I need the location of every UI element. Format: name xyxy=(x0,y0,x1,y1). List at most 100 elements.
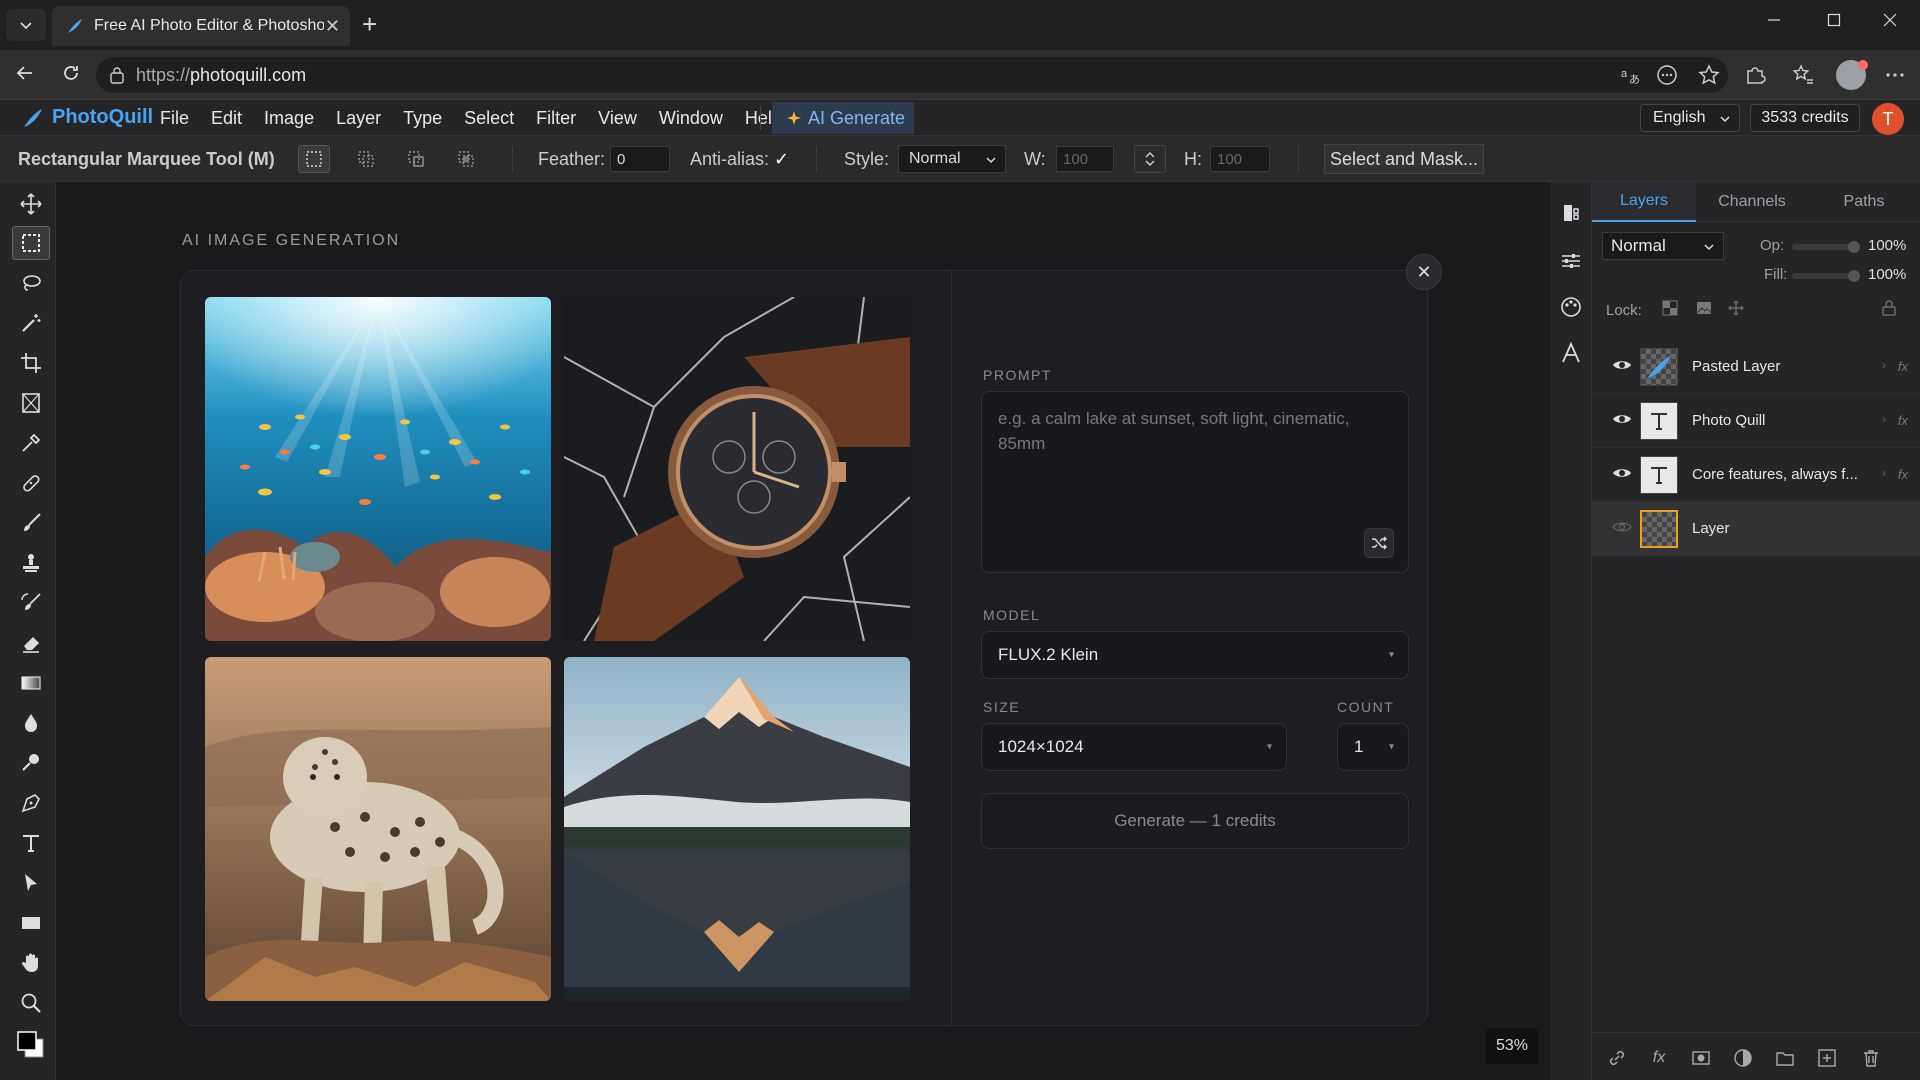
gradient-tool-icon[interactable] xyxy=(12,666,50,700)
height-input[interactable]: 100 xyxy=(1210,146,1270,172)
browser-tab[interactable]: Free AI Photo Editor & Photoshop ✕ xyxy=(52,6,350,46)
layer-fx-badge[interactable]: fx xyxy=(1898,413,1908,428)
history-icon[interactable] xyxy=(1558,200,1584,226)
menu-filter[interactable]: Filter xyxy=(536,108,576,129)
user-avatar[interactable]: T xyxy=(1872,103,1904,135)
lock-image-icon[interactable] xyxy=(1696,300,1712,321)
minimize-icon[interactable] xyxy=(1766,12,1782,33)
chevron-right-icon[interactable]: › xyxy=(1882,412,1886,426)
generated-image-mountain[interactable] xyxy=(564,657,910,1001)
dodge-tool-icon[interactable] xyxy=(12,746,50,780)
lock-all-icon[interactable] xyxy=(1882,300,1896,321)
pen-tool-icon[interactable] xyxy=(12,786,50,820)
layer-fx-badge[interactable]: fx xyxy=(1898,359,1908,374)
color-swatches[interactable] xyxy=(12,1028,50,1062)
stamp-tool-icon[interactable] xyxy=(12,546,50,580)
rectangle-tool-icon[interactable] xyxy=(12,906,50,940)
layer-row[interactable]: Pasted Layer › fx xyxy=(1592,340,1920,394)
crop-tool-icon[interactable] xyxy=(12,346,50,380)
menu-image[interactable]: Image xyxy=(264,108,314,129)
close-panel-button[interactable]: ✕ xyxy=(1406,254,1442,290)
marquee-tool-icon[interactable] xyxy=(12,226,50,260)
zoom-indicator[interactable]: 53% xyxy=(1486,1028,1538,1064)
new-selection-icon[interactable] xyxy=(298,145,330,173)
app-logo[interactable]: PhotoQuill xyxy=(22,106,153,129)
brush-tool-icon[interactable] xyxy=(12,506,50,540)
fx-icon[interactable]: fx xyxy=(1648,1047,1670,1069)
model-select[interactable]: FLUX.2 Klein ▾ xyxy=(981,631,1409,679)
zoom-tool-icon[interactable] xyxy=(12,986,50,1020)
chevron-right-icon[interactable]: › xyxy=(1882,466,1886,480)
menu-layer[interactable]: Layer xyxy=(336,108,381,129)
link-icon[interactable] xyxy=(1606,1047,1628,1069)
more-icon[interactable] xyxy=(1884,64,1906,92)
favorites-icon[interactable] xyxy=(1792,64,1814,92)
mask-icon[interactable] xyxy=(1690,1047,1712,1069)
eraser-tool-icon[interactable] xyxy=(12,626,50,660)
translate-icon[interactable]: aあ xyxy=(1620,64,1642,92)
healing-tool-icon[interactable] xyxy=(12,466,50,500)
eye-hidden-icon[interactable] xyxy=(1612,520,1632,539)
menu-file[interactable]: File xyxy=(160,108,189,129)
intersect-selection-icon[interactable] xyxy=(450,145,482,173)
type-tool-icon[interactable] xyxy=(12,826,50,860)
tab-channels[interactable]: Channels xyxy=(1696,182,1808,222)
frame-tool-icon[interactable] xyxy=(12,386,50,420)
lasso-tool-icon[interactable] xyxy=(12,266,50,300)
path-select-tool-icon[interactable] xyxy=(12,866,50,900)
history-brush-tool-icon[interactable] xyxy=(12,586,50,620)
layer-row[interactable]: Photo Quill › fx xyxy=(1592,394,1920,448)
favorite-star-icon[interactable] xyxy=(1698,64,1720,92)
character-icon[interactable] xyxy=(1558,340,1584,366)
lock-icon[interactable] xyxy=(110,66,124,84)
blend-mode-select[interactable]: Normal xyxy=(1602,232,1724,260)
magic-wand-tool-icon[interactable] xyxy=(12,306,50,340)
window-close-icon[interactable] xyxy=(1882,12,1898,33)
layer-row-selected[interactable]: Layer xyxy=(1592,502,1920,556)
adjustment-layer-icon[interactable] xyxy=(1732,1047,1754,1069)
size-select[interactable]: 1024×1024 ▾ xyxy=(981,723,1287,771)
eye-icon[interactable] xyxy=(1612,466,1632,485)
tab-menu-button[interactable] xyxy=(6,9,46,41)
layer-fx-badge[interactable]: fx xyxy=(1898,467,1908,482)
adjustments-icon[interactable] xyxy=(1558,248,1584,274)
prompt-textarea[interactable]: e.g. a calm lake at sunset, soft light, … xyxy=(981,391,1409,573)
trash-icon[interactable] xyxy=(1860,1047,1882,1069)
blur-tool-icon[interactable] xyxy=(12,706,50,740)
reader-icon[interactable] xyxy=(1656,64,1678,92)
new-layer-icon[interactable] xyxy=(1816,1047,1838,1069)
eyedropper-tool-icon[interactable] xyxy=(12,426,50,460)
subtract-selection-icon[interactable] xyxy=(400,145,432,173)
eye-icon[interactable] xyxy=(1612,412,1632,431)
lock-position-icon[interactable] xyxy=(1728,300,1744,321)
lock-transparent-icon[interactable] xyxy=(1662,300,1678,321)
move-tool-icon[interactable] xyxy=(12,187,50,221)
menu-edit[interactable]: Edit xyxy=(211,108,242,129)
generated-image-leopard[interactable] xyxy=(205,657,551,1001)
menu-window[interactable]: Window xyxy=(659,108,723,129)
new-tab-button[interactable]: + xyxy=(362,10,377,38)
antialias-checkbox[interactable]: ✓ xyxy=(774,149,789,170)
maximize-icon[interactable] xyxy=(1826,12,1842,33)
extensions-icon[interactable] xyxy=(1744,64,1766,92)
menu-type[interactable]: Type xyxy=(403,108,442,129)
opacity-slider[interactable] xyxy=(1792,241,1860,253)
ai-generate-button[interactable]: AI Generate xyxy=(772,102,914,134)
style-select[interactable]: Normal xyxy=(898,145,1006,173)
fill-slider-knob[interactable] xyxy=(1848,270,1860,282)
menu-select[interactable]: Select xyxy=(464,108,514,129)
opacity-slider-knob[interactable] xyxy=(1848,241,1860,253)
shuffle-prompt-button[interactable] xyxy=(1364,528,1394,558)
fill-slider[interactable] xyxy=(1792,270,1860,282)
tab-paths[interactable]: Paths xyxy=(1808,182,1920,222)
color-palette-icon[interactable] xyxy=(1558,294,1584,320)
credits-badge[interactable]: 3533 credits xyxy=(1750,104,1860,132)
reload-icon[interactable] xyxy=(60,62,82,90)
generate-button[interactable]: Generate — 1 credits xyxy=(981,793,1409,849)
select-and-mask-button[interactable]: Select and Mask... xyxy=(1324,144,1484,174)
tab-layers[interactable]: Layers xyxy=(1592,182,1696,222)
url-field[interactable]: https://photoquill.com xyxy=(96,57,1728,93)
language-select[interactable]: English xyxy=(1640,104,1740,132)
layer-row[interactable]: Core features, always f... › fx xyxy=(1592,448,1920,502)
folder-icon[interactable] xyxy=(1774,1047,1796,1069)
